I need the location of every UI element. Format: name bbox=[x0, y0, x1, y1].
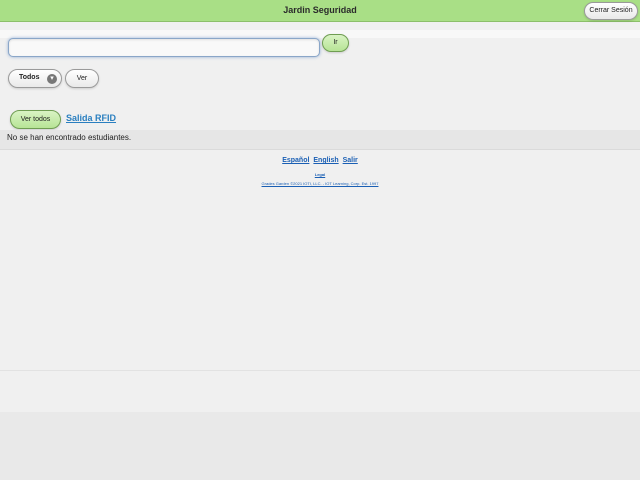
language-links: Español English Salir bbox=[0, 157, 640, 164]
page-title: Jardin Seguridad bbox=[283, 5, 357, 15]
chevron-down-icon: ▾ bbox=[47, 74, 57, 84]
lang-link-spanish[interactable]: Español bbox=[282, 157, 309, 164]
copyright-link[interactable]: Grades Garden ©2021 IOTI, LLC. - IOT Lea… bbox=[262, 181, 379, 186]
logout-link[interactable]: Salir bbox=[343, 157, 358, 164]
filter-selected-label: Todos bbox=[19, 74, 40, 81]
search-strip bbox=[0, 30, 640, 38]
go-button[interactable]: Ir bbox=[322, 34, 349, 52]
filter-select[interactable]: Todos ▾ bbox=[8, 69, 62, 88]
view-button[interactable]: Ver bbox=[65, 69, 99, 88]
view-all-button[interactable]: Ver todos bbox=[10, 110, 61, 129]
footer-divider bbox=[0, 370, 640, 371]
no-results-message: No se han encontrado estudiantes. bbox=[7, 133, 132, 142]
copyright-row: Grades Garden ©2021 IOTI, LLC. - IOT Lea… bbox=[0, 181, 640, 186]
legal-row: Legal bbox=[0, 172, 640, 177]
page: Jardin Seguridad Cerrar Sesión Ir Todos … bbox=[0, 0, 640, 412]
lang-link-english[interactable]: English bbox=[313, 157, 338, 164]
search-input[interactable] bbox=[8, 38, 320, 57]
logout-button[interactable]: Cerrar Sesión bbox=[584, 2, 638, 20]
rfid-exit-link[interactable]: Salida RFID bbox=[66, 113, 116, 123]
header-bar: Jardin Seguridad Cerrar Sesión bbox=[0, 0, 640, 22]
legal-link[interactable]: Legal bbox=[315, 172, 325, 177]
